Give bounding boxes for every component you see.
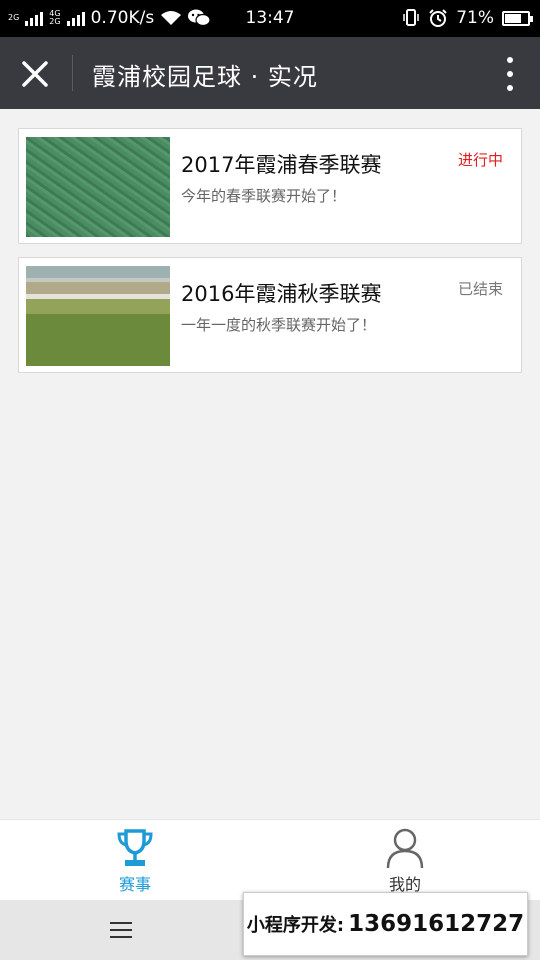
tab-matches[interactable]: 赛事 [0, 820, 270, 901]
match-thumbnail [26, 137, 170, 237]
match-description: 一年一度的秋季联赛开始了！ [181, 316, 377, 334]
trophy-icon [117, 829, 153, 866]
status-right: 71% [402, 8, 533, 28]
match-status: 已结束 [457, 280, 503, 298]
match-card[interactable]: 2017年霞浦春季联赛 今年的春季联赛开始了！ 进行中 [18, 128, 522, 244]
menu-icon[interactable] [110, 922, 132, 938]
promo-banner: 小程序开发: 13691612727 [243, 892, 528, 956]
match-list: 2017年霞浦春季联赛 今年的春季联赛开始了！ 进行中 2016年霞浦秋季联赛 … [18, 128, 522, 386]
more-options-icon[interactable] [504, 57, 516, 91]
user-icon [386, 828, 424, 869]
battery-icon [502, 10, 533, 26]
match-description: 今年的春季联赛开始了！ [181, 187, 347, 205]
battery-level-fill [505, 13, 521, 23]
match-title: 2016年霞浦秋季联赛 [181, 282, 382, 306]
tab-label: 赛事 [118, 875, 151, 894]
page-title: 霞浦校园足球 · 实况 [92, 63, 318, 91]
match-card[interactable]: 2016年霞浦秋季联赛 一年一度的秋季联赛开始了！ 已结束 [18, 257, 522, 373]
match-thumbnail [26, 266, 170, 366]
match-title: 2017年霞浦春季联赛 [181, 153, 382, 177]
battery-percent: 71% [456, 8, 494, 28]
tab-mine[interactable]: 我的 [270, 820, 540, 901]
nav-bar: 霞浦校园足球 · 实况 [0, 37, 540, 109]
status-bar: 2G 4G 2G 0.70K/s 13:47 71% [0, 0, 540, 37]
alarm-icon [429, 9, 447, 27]
nav-divider [72, 55, 73, 91]
close-icon[interactable] [14, 53, 56, 95]
vibrate-icon [403, 9, 419, 26]
promo-phone: 13691612727 [348, 911, 525, 937]
match-status: 进行中 [457, 151, 503, 169]
tab-bar: 赛事 我的 [0, 819, 540, 900]
promo-label: 小程序开发: [246, 915, 345, 936]
